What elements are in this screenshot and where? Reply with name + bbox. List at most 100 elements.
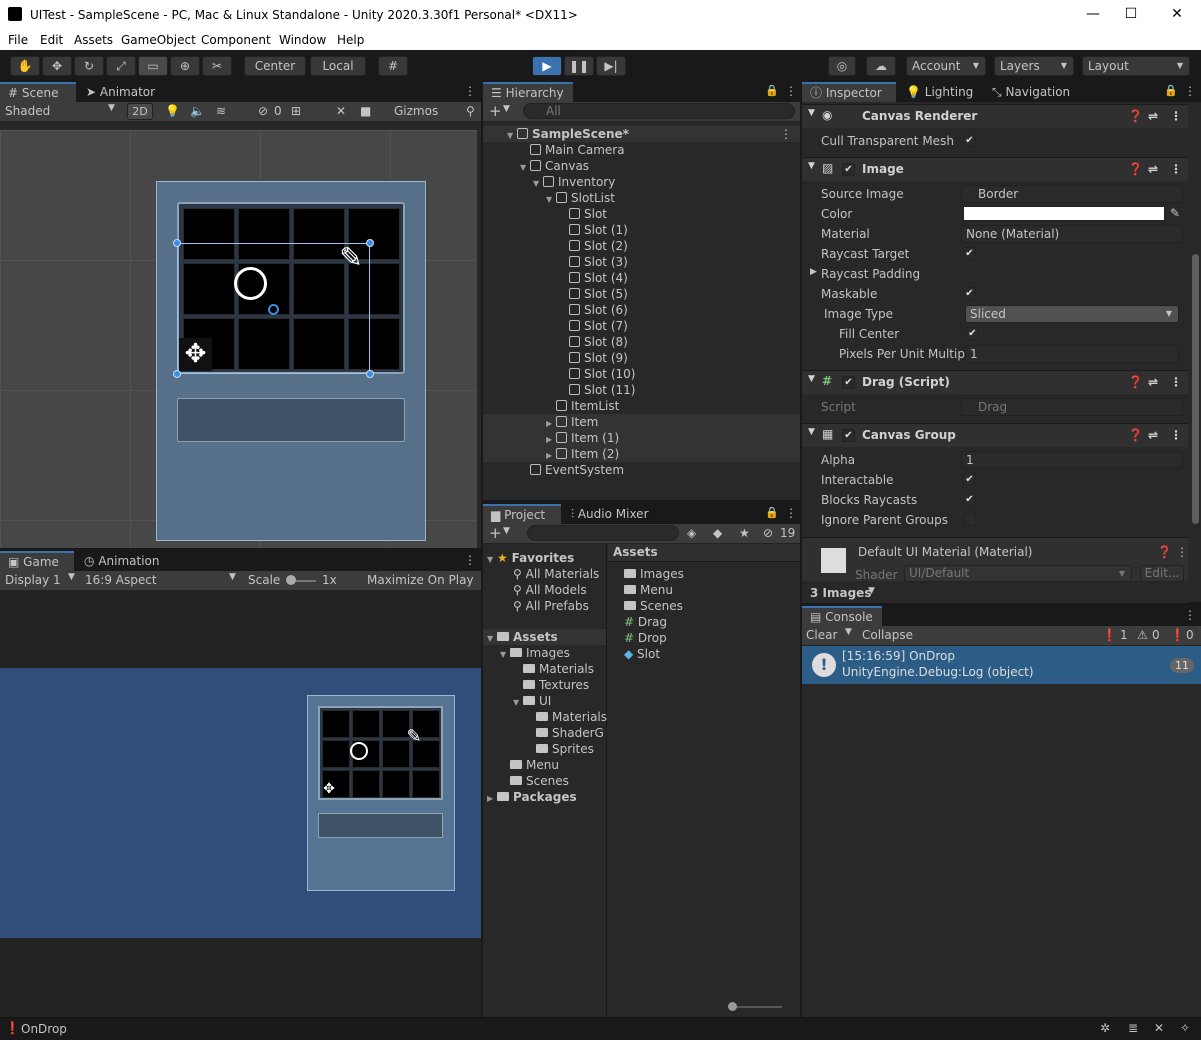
component-menu-icon[interactable]: ⋮: [1170, 109, 1182, 123]
menu-help[interactable]: Help: [337, 33, 364, 47]
lighting-toggle-icon[interactable]: 💡: [165, 104, 180, 118]
canvas-group-enabled-checkbox[interactable]: ✔: [842, 429, 855, 442]
pivot-center-button[interactable]: Center: [244, 56, 306, 76]
tab-project[interactable]: ▆ Project: [483, 504, 561, 524]
close-button[interactable]: ✕: [1162, 4, 1192, 24]
material-menu-icon[interactable]: ⋮: [1176, 545, 1188, 559]
tab-inspector[interactable]: ⓘ Inspector: [802, 82, 896, 102]
packages-header[interactable]: ▶ Packages: [483, 789, 606, 805]
alpha-input[interactable]: 1: [961, 451, 1183, 469]
hierarchy-item[interactable]: Slot: [483, 206, 800, 222]
filter-label-icon[interactable]: ◆: [713, 526, 722, 540]
grid-snap-icon[interactable]: #: [378, 56, 408, 76]
rect-corner-handle[interactable]: [173, 370, 181, 378]
scene-viewport[interactable]: ✎ ✥: [0, 130, 477, 548]
pixels-per-unit-input[interactable]: 1: [965, 345, 1179, 363]
cache-icon[interactable]: ≣: [1128, 1021, 1138, 1035]
account-dropdown[interactable]: Account: [906, 56, 986, 76]
material-help-icon[interactable]: ❓: [1157, 545, 1172, 559]
minimize-button[interactable]: —: [1078, 4, 1108, 24]
image-enabled-checkbox[interactable]: ✔: [842, 163, 855, 176]
drag-menu-icon[interactable]: ⋮: [1170, 375, 1182, 389]
mode-2d-toggle[interactable]: 2D: [127, 103, 153, 120]
icon-size-slider-handle[interactable]: [728, 1002, 737, 1011]
help-icon[interactable]: ❓: [1128, 109, 1143, 123]
more-options-icon[interactable]: ⋮: [464, 84, 476, 98]
raycast-padding-label[interactable]: Raycast Padding: [821, 267, 920, 281]
project-file-item[interactable]: # Drag: [608, 614, 800, 630]
canvas-group-header[interactable]: ▼ ▦ ✔ Canvas Group ❓ ⇌ ⋮: [802, 423, 1188, 447]
favorite-star-icon[interactable]: ★: [739, 526, 750, 540]
drag-preset-icon[interactable]: ⇌: [1148, 375, 1158, 389]
raycast-padding-arrow-icon[interactable]: ▶: [810, 267, 817, 277]
hierarchy-item[interactable]: Slot (2): [483, 238, 800, 254]
search-icon[interactable]: ⚲: [466, 104, 475, 118]
project-search-input[interactable]: [527, 525, 679, 541]
gizmos-dropdown[interactable]: Gizmos: [394, 104, 438, 118]
tab-animator[interactable]: ➤ Animator: [78, 82, 163, 102]
fill-center-checkbox[interactable]: ✔: [966, 327, 979, 340]
blocks-raycasts-checkbox[interactable]: ✔: [963, 493, 976, 506]
status-message[interactable]: OnDrop: [21, 1022, 67, 1036]
hierarchy-item[interactable]: Slot (10): [483, 366, 800, 382]
scale-tool-icon[interactable]: ⤢: [106, 56, 136, 76]
drag-help-icon[interactable]: ❓: [1128, 375, 1143, 389]
asset-folder-item[interactable]: Scenes: [483, 773, 606, 789]
hierarchy-item[interactable]: Main Camera: [483, 142, 800, 158]
image-type-dropdown[interactable]: Sliced: [965, 305, 1179, 323]
favorites-item[interactable]: ⚲ All Materials: [483, 566, 606, 582]
color-swatch[interactable]: [963, 206, 1165, 221]
play-button[interactable]: ▶: [532, 56, 562, 76]
preset-icon[interactable]: ⇌: [1148, 109, 1158, 123]
hierarchy-item[interactable]: ▼ Canvas: [483, 158, 800, 174]
asset-folder-item[interactable]: Materials: [483, 709, 607, 725]
diagnostics-icon[interactable]: ✕: [1154, 1021, 1164, 1035]
eyedropper-icon[interactable]: ✎: [1170, 206, 1180, 220]
interactable-checkbox[interactable]: ✔: [963, 473, 976, 486]
scale-slider-handle[interactable]: [286, 575, 296, 585]
hierarchy-item[interactable]: EventSystem: [483, 462, 800, 478]
canvas-group-preset-icon[interactable]: ⇌: [1148, 428, 1158, 442]
add-icon[interactable]: +: [489, 102, 502, 120]
project-file-item[interactable]: Images: [608, 566, 800, 582]
hierarchy-item[interactable]: ItemList: [483, 398, 800, 414]
rect-tool-icon[interactable]: ▭: [138, 56, 168, 76]
console-entry[interactable]: ! [15:16:59] OnDrop UnityEngine.Debug:Lo…: [802, 646, 1201, 684]
rotate-tool-icon[interactable]: ↻: [74, 56, 104, 76]
project-lock-icon[interactable]: 🔒: [765, 506, 779, 519]
custom-tool-icon[interactable]: ✂: [202, 56, 232, 76]
shader-edit-button[interactable]: Edit...: [1140, 565, 1184, 582]
grid-toggle-icon[interactable]: ⊞: [291, 104, 301, 118]
maskable-checkbox[interactable]: ✔: [963, 287, 976, 300]
game-viewport[interactable]: ✎ ✥: [0, 668, 481, 938]
console-more-options-icon[interactable]: ⋮: [1184, 608, 1196, 622]
hierarchy-item[interactable]: Slot (11): [483, 382, 800, 398]
hierarchy-item[interactable]: Slot (7): [483, 318, 800, 334]
menu-file[interactable]: File: [8, 33, 28, 47]
hierarchy-item[interactable]: ▼ SlotList: [483, 190, 800, 206]
tab-audio-mixer[interactable]: ⫶ Audio Mixer: [563, 504, 657, 524]
step-button[interactable]: ▶|: [596, 56, 626, 76]
inspector-more-options-icon[interactable]: ⋮: [1184, 84, 1196, 98]
tab-scene[interactable]: # Scene: [0, 82, 76, 102]
source-image-field[interactable]: Border: [961, 185, 1183, 203]
shader-dropdown[interactable]: UI/Default: [904, 565, 1132, 582]
favorites-item[interactable]: ⚲ All Models: [483, 582, 606, 598]
canvas-group-menu-icon[interactable]: ⋮: [1170, 428, 1182, 442]
collab-icon[interactable]: ◎: [828, 56, 856, 76]
tools-icon[interactable]: ✕: [336, 104, 346, 118]
drag-script-header[interactable]: ▼ # ✔ Drag (Script) ❓ ⇌ ⋮: [802, 370, 1188, 394]
pivot-handle[interactable]: [268, 304, 279, 315]
shading-mode-dropdown[interactable]: Shaded: [5, 104, 50, 118]
image-header[interactable]: ▼ ▨ ✔ Image ❓ ⇌ ⋮: [802, 157, 1188, 181]
hierarchy-item[interactable]: Slot (5): [483, 286, 800, 302]
camera-icon[interactable]: ■: [360, 104, 371, 118]
hierarchy-item[interactable]: ▶ Item (2): [483, 446, 800, 462]
favorites-item[interactable]: ⚲ All Prefabs: [483, 598, 606, 614]
project-file-item[interactable]: # Drop: [608, 630, 800, 646]
clear-button[interactable]: Clear: [806, 628, 837, 642]
rect-corner-handle[interactable]: [366, 370, 374, 378]
move-tool-icon[interactable]: ✥: [42, 56, 72, 76]
asset-folder-item[interactable]: ▼ Images: [483, 645, 606, 661]
tab-console[interactable]: ▤ Console: [802, 606, 882, 626]
